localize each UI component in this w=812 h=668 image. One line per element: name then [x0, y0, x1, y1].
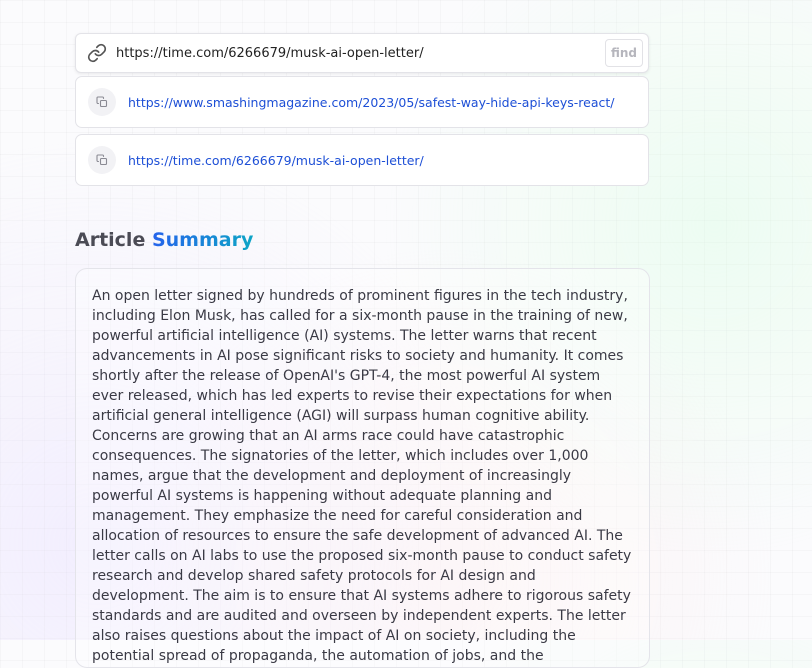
url-search-bar: find — [75, 33, 649, 73]
summary-text: An open letter signed by hundreds of pro… — [92, 288, 632, 664]
history-url-link[interactable]: https://www.smashingmagazine.com/2023/05… — [128, 95, 615, 110]
copy-icon[interactable] — [88, 146, 116, 174]
title-accent: Summary — [151, 229, 254, 251]
url-input[interactable] — [116, 34, 605, 72]
title-prefix: Article — [75, 229, 146, 251]
copy-icon[interactable] — [88, 88, 116, 116]
history-item[interactable]: https://time.com/6266679/musk-ai-open-le… — [75, 134, 649, 186]
summary-card: An open letter signed by hundreds of pro… — [75, 268, 650, 668]
link-icon — [86, 42, 108, 64]
find-button[interactable]: find — [605, 39, 643, 67]
section-title: Article Summary — [75, 229, 253, 251]
history-item[interactable]: https://www.smashingmagazine.com/2023/05… — [75, 76, 649, 128]
history-url-link[interactable]: https://time.com/6266679/musk-ai-open-le… — [128, 153, 424, 168]
